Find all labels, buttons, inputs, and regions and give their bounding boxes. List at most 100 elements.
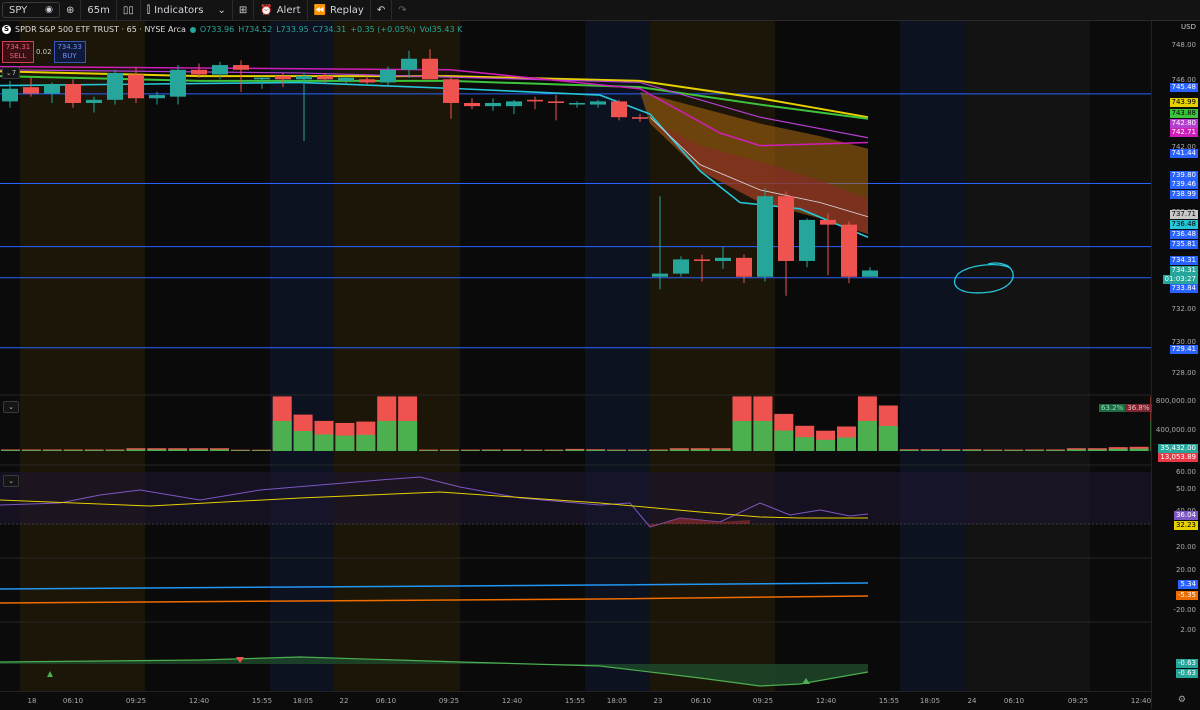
session-band	[270, 21, 334, 691]
time-axis-label: 12:40	[815, 697, 837, 705]
candle-body	[757, 196, 773, 277]
volume-sell-ratio: 36.8%	[1125, 404, 1152, 412]
spread-value: 0.02	[36, 48, 52, 56]
candle-body	[862, 270, 878, 277]
candle-body	[652, 273, 668, 277]
volume-axis-label: 800,000.00	[1155, 397, 1196, 405]
candle-body	[485, 102, 501, 107]
layouts-button[interactable]: ⊞	[233, 0, 255, 20]
price-axis-label: 728.00	[1171, 369, 1197, 377]
chart-canvas[interactable]	[0, 21, 1152, 691]
legend-volume: Vol35.43 K	[419, 25, 463, 34]
candle-body	[611, 101, 627, 118]
time-axis-label: 09:25	[438, 697, 460, 705]
session-band	[900, 21, 965, 691]
time-axis-label: 06:10	[375, 697, 397, 705]
time-axis-label: 15:55	[251, 697, 273, 705]
volume-bar-buy	[1046, 450, 1065, 451]
volume-ratio: 63.2% 36.8%	[1099, 404, 1152, 412]
legend-low: L733.95	[276, 25, 309, 34]
interval-button[interactable]: 65m	[81, 0, 117, 20]
volume-pane-collapse-button[interactable]: ⌄	[3, 401, 19, 413]
rsi-pane-collapse-button[interactable]: ⌄	[3, 475, 19, 487]
candle-body	[86, 99, 102, 103]
buy-button[interactable]: 734.33 BUY	[53, 41, 86, 63]
volume-bar-buy	[857, 420, 877, 451]
chart-type-button[interactable]: ▯▯	[117, 0, 141, 20]
volume-bar-buy	[962, 450, 982, 451]
chart-area[interactable]: S SPDR S&P 500 ETF TRUST · 65 · NYSE Arc…	[0, 21, 1152, 691]
replay-button[interactable]: ⏪ Replay	[308, 0, 371, 20]
alert-label: Alert	[276, 4, 301, 16]
price-badge: 739.80	[1169, 171, 1198, 180]
redo-button[interactable]: ↷	[392, 0, 412, 20]
settings-icon[interactable]: ⚙	[1178, 695, 1186, 705]
volume-bar-buy	[753, 420, 773, 451]
volume-bar-buy	[230, 450, 250, 451]
volume-bar-buy	[920, 450, 940, 451]
price-badge: 734.31	[1169, 266, 1198, 275]
grid-icon: ⊞	[238, 4, 248, 16]
undo-button[interactable]: ↶	[371, 0, 393, 20]
eye-icon[interactable]: ◉	[45, 5, 53, 15]
volume-bar-buy	[878, 425, 898, 451]
dmi-axis-label: -20.00	[1173, 606, 1196, 614]
volume-bar-buy	[314, 434, 334, 451]
volume-bar-buy	[293, 430, 313, 451]
volume-bar-buy	[398, 420, 418, 451]
time-axis[interactable]: 18 06:10 09:25 12:40 15:55 18:05 22 06:10 09:25 1…	[0, 691, 1152, 710]
replay-label: Replay	[329, 4, 364, 16]
candle-body	[820, 219, 836, 225]
alarm-icon: ⏰	[260, 4, 273, 16]
session-band	[334, 21, 460, 691]
volume-bar-buy	[21, 450, 41, 451]
volume-bar-buy	[419, 450, 438, 451]
top-toolbar: SPY ◉ ⊕ 65m ▯▯ ⫿ Indicators ⌄ ⊞ ⏰ Alert …	[0, 0, 1200, 21]
market-status-icon	[189, 26, 196, 33]
time-axis-label: 18:05	[292, 697, 314, 705]
candle-body	[464, 102, 480, 107]
rsi-axis-label: 60.00	[1175, 468, 1196, 476]
oscillator-badge: -0.63	[1175, 659, 1198, 668]
legend-open: O733.96	[199, 25, 235, 34]
time-axis-label: 23	[653, 697, 663, 705]
session-band	[460, 21, 585, 691]
symbol-search[interactable]: SPY ◉	[2, 2, 60, 18]
main-pane-collapse-button[interactable]: ⌄7	[2, 67, 20, 79]
candle-body	[569, 102, 585, 105]
session-band	[965, 21, 1090, 691]
rsi-axis-label: 20.00	[1175, 543, 1196, 551]
time-axis-label: 15:55	[878, 697, 900, 705]
price-axis[interactable]: USD 748.00746.00744.00742.00740.00738.00…	[1151, 21, 1200, 709]
session-band	[20, 21, 145, 691]
candle-body	[715, 257, 731, 261]
volume-bar-buy	[690, 449, 710, 451]
indicators-icon: ⫿	[146, 4, 151, 16]
volume-bar-buy	[251, 450, 271, 451]
rewind-icon: ⏪	[313, 4, 326, 16]
volume-bar-buy	[1, 450, 20, 451]
candle-body	[778, 196, 794, 261]
volume-bar-buy	[669, 449, 689, 451]
volume-bar-buy	[816, 439, 836, 451]
volume-bar-buy	[795, 437, 815, 451]
alert-button[interactable]: ⏰ Alert	[254, 0, 308, 20]
volume-bar-buy	[126, 449, 146, 451]
candle-body	[422, 58, 438, 80]
legend-change: +0.35 (+0.05%)	[350, 25, 416, 34]
price-badge: 737.71	[1169, 210, 1198, 219]
candle	[841, 221, 857, 284]
volume-badge: 13,053.89	[1158, 453, 1198, 462]
time-axis-label: 06:10	[62, 697, 84, 705]
price-badge: 743.88	[1169, 109, 1198, 118]
indicators-button[interactable]: ⫿ Indicators ⌄	[141, 0, 233, 20]
candle-body	[296, 76, 312, 80]
volume-bar-buy	[502, 450, 522, 451]
sell-label: SELL	[9, 52, 27, 60]
candle-body	[170, 69, 186, 97]
session-band	[145, 21, 270, 691]
volume-bar-buy	[1004, 450, 1024, 451]
add-symbol-button[interactable]: ⊕	[60, 0, 82, 20]
sell-button[interactable]: 734.31 SELL	[2, 41, 34, 63]
legend-close: C734.31	[312, 25, 347, 34]
